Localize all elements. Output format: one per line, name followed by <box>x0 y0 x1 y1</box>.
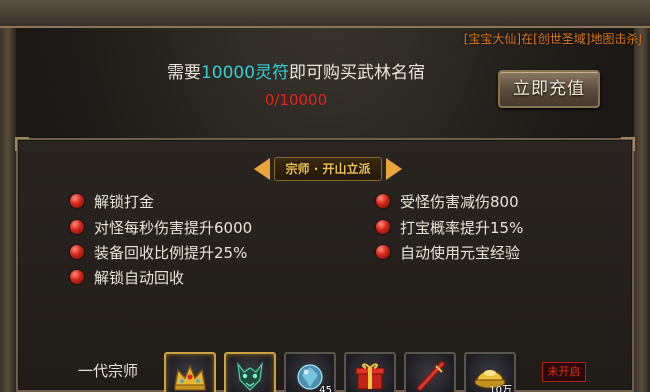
reward-slot[interactable] <box>344 352 396 392</box>
bullet-icon <box>70 245 84 259</box>
perk-item: 打宝概率提升15% <box>376 216 523 238</box>
bullet-icon <box>376 245 390 259</box>
perk-text: 自动使用元宝经验 <box>400 243 521 262</box>
perk-item: 装备回收比例提升25% <box>70 241 247 263</box>
corner-ornament <box>15 137 29 151</box>
reward-slot[interactable]: 10万 <box>464 352 516 392</box>
item-count: 10万 <box>489 385 512 392</box>
crown-icon <box>174 364 206 391</box>
need-amount: 10000灵符 <box>200 63 290 83</box>
reward-slot[interactable] <box>164 352 216 392</box>
perk-text: 打宝概率提升15% <box>400 218 524 237</box>
reward-slot[interactable]: 45 <box>284 352 336 392</box>
perk-text: 对怪每秒伤害提升6000 <box>94 218 253 237</box>
perk-text: 受怪伤害减伤800 <box>400 192 519 211</box>
perk-item: 自动使用元宝经验 <box>376 241 520 263</box>
perk-text: 装备回收比例提升25% <box>94 243 248 262</box>
need-suffix: 即可购买武林名宿 <box>289 63 426 83</box>
perk-item: 解锁打金 <box>70 190 154 212</box>
prev-arrow-icon[interactable] <box>254 158 270 180</box>
left-border <box>0 28 16 392</box>
gift-box-icon <box>355 363 385 390</box>
bullet-icon <box>70 194 84 208</box>
progress-counter: 0/10000 <box>264 91 328 109</box>
perk-item: 受怪伤害减伤800 <box>376 190 519 212</box>
right-border <box>634 28 650 392</box>
corner-ornament <box>621 137 635 151</box>
perk-text: 解锁打金 <box>94 192 155 211</box>
reward-slot[interactable] <box>224 352 276 392</box>
broadcast-message: [宝宝大仙]在[创世圣域]地图击杀J <box>463 32 642 46</box>
tier-label: 一代宗师 <box>78 362 139 380</box>
status-badge: 未开启 <box>542 362 586 382</box>
flute-icon <box>417 361 445 391</box>
perks-panel: 宗师 · 开山立派 解锁打金 对怪每秒伤害提升6000 装备回收比例提升25% … <box>15 137 635 392</box>
top-border <box>0 0 650 28</box>
title-banner: 宗师 · 开山立派 <box>248 154 408 184</box>
need-prefix: 需要 <box>166 63 201 83</box>
bullet-icon <box>70 270 84 284</box>
demon-mask-icon <box>237 361 263 391</box>
bullet-icon <box>376 194 390 208</box>
purchase-requirement: 需要10000灵符即可购买武林名宿 <box>16 58 576 83</box>
perk-item: 对怪每秒伤害提升6000 <box>70 216 252 238</box>
item-count: 45 <box>319 385 332 392</box>
perk-item: 解锁自动回收 <box>70 266 184 288</box>
bullet-icon <box>70 220 84 234</box>
purchase-header: 需要10000灵符即可购买武林名宿 0/10000 立即充值 <box>16 46 634 132</box>
perk-text: 解锁自动回收 <box>94 268 185 287</box>
reward-slot[interactable] <box>404 352 456 392</box>
panel-title: 宗师 · 开山立派 <box>274 157 382 181</box>
recharge-button[interactable]: 立即充值 <box>498 70 600 108</box>
next-arrow-icon[interactable] <box>386 158 402 180</box>
bullet-icon <box>376 220 390 234</box>
